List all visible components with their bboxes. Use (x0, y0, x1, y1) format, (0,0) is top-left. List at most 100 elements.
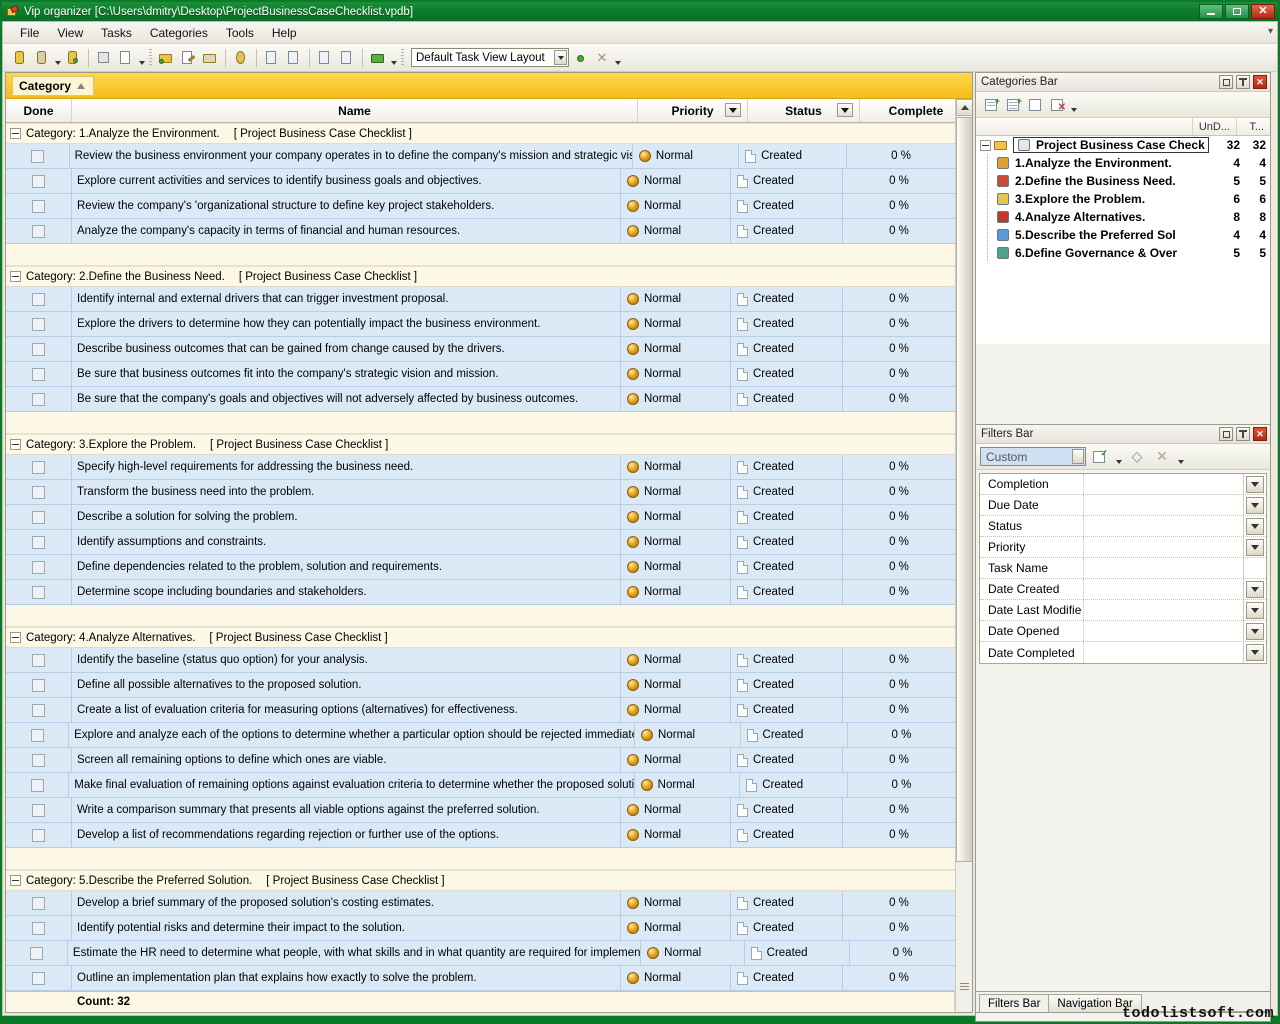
done-checkbox[interactable] (32, 225, 45, 238)
done-checkbox[interactable] (32, 343, 45, 356)
cell-done[interactable] (6, 387, 72, 411)
done-checkbox[interactable] (31, 150, 44, 163)
cell-priority[interactable]: Normal (641, 941, 745, 965)
cell-done[interactable] (6, 194, 72, 218)
filter-dropdown-cell[interactable] (1244, 474, 1266, 494)
tree-node[interactable]: 3.Explore the Problem.66 (976, 190, 1270, 208)
categories-bar-pin-icon[interactable] (1236, 75, 1250, 89)
filter-preset-dropdown-icon[interactable] (1072, 449, 1084, 464)
cell-complete[interactable]: 0 % (843, 169, 955, 193)
cell-name[interactable]: Estimate the HR need to determine what p… (68, 941, 641, 965)
cell-status[interactable]: Created (731, 362, 843, 386)
filter-dropdown-icon[interactable] (1246, 602, 1264, 619)
filter-value[interactable] (1084, 474, 1244, 494)
cell-complete[interactable]: 0 % (843, 555, 955, 579)
column-header-status[interactable]: Status (748, 99, 860, 122)
new-task-icon[interactable] (9, 47, 31, 69)
table-row[interactable]: Write a comparison summary that presents… (6, 798, 955, 823)
cell-priority[interactable]: Normal (621, 916, 731, 940)
filters-bar-pin-icon[interactable] (1236, 427, 1250, 441)
column-header-priority[interactable]: Priority (638, 99, 748, 122)
cell-priority[interactable]: Normal (621, 698, 731, 722)
table-row[interactable]: Be sure that the company's goals and obj… (6, 387, 955, 412)
move-down-icon[interactable] (314, 47, 336, 69)
cell-done[interactable] (6, 823, 72, 847)
cell-name[interactable]: Describe business outcomes that can be g… (72, 337, 621, 361)
new-subcategory-icon[interactable]: + (1003, 95, 1025, 115)
filter-value[interactable] (1084, 579, 1244, 599)
cell-priority[interactable]: Normal (621, 194, 731, 218)
filter-value[interactable] (1084, 537, 1244, 557)
filter-dropdown-icon[interactable] (1246, 644, 1264, 661)
cell-complete[interactable]: 0 % (847, 144, 955, 168)
cell-complete[interactable]: 0 % (843, 916, 955, 940)
cell-status[interactable]: Created (731, 966, 843, 990)
filter-dropdown-icon[interactable] (1246, 623, 1264, 640)
table-row[interactable]: Describe a solution for solving the prob… (6, 505, 955, 530)
done-checkbox[interactable] (32, 561, 45, 574)
cell-done[interactable] (6, 698, 72, 722)
cell-complete[interactable]: 0 % (843, 798, 955, 822)
table-row[interactable]: Explore the drivers to determine how the… (6, 312, 955, 337)
maximize-button[interactable] (1225, 4, 1249, 19)
cell-priority[interactable]: Normal (621, 823, 731, 847)
table-row[interactable]: Determine scope including boundaries and… (6, 580, 955, 605)
filter-dropdown-cell[interactable] (1244, 600, 1266, 620)
scroll-grip-icon[interactable] (956, 979, 973, 993)
apply-filter-icon[interactable]: ✓ (1089, 447, 1111, 467)
cell-name[interactable]: Create a list of evaluation criteria for… (72, 698, 621, 722)
cell-name[interactable]: Be sure that business outcomes fit into … (72, 362, 621, 386)
done-checkbox[interactable] (32, 293, 45, 306)
save-database-icon[interactable] (62, 47, 84, 69)
filter-row[interactable]: Priority (980, 537, 1266, 558)
open-task-dropdown-icon[interactable] (53, 47, 62, 69)
table-row[interactable]: Analyze the company's capacity in terms … (6, 219, 955, 244)
filter-row[interactable]: Task Name (980, 558, 1266, 579)
status-filter-icon[interactable] (837, 103, 853, 117)
cell-priority[interactable]: Normal (621, 362, 731, 386)
minimize-button[interactable] (1199, 4, 1223, 19)
cell-name[interactable]: Outline an implementation plan that expl… (72, 966, 621, 990)
filter-row[interactable]: Due Date (980, 495, 1266, 516)
cell-complete[interactable]: 0 % (843, 387, 955, 411)
group-chip-category[interactable]: Category (12, 76, 94, 96)
tree-node[interactable]: 4.Analyze Alternatives.88 (976, 208, 1270, 226)
done-checkbox[interactable] (32, 393, 45, 406)
tree-collapse-icon[interactable] (980, 140, 991, 151)
cell-name[interactable]: Review the business environment your com… (70, 144, 633, 168)
cell-status[interactable]: Created (731, 748, 843, 772)
clear-filter-icon[interactable]: ◇ (1126, 447, 1148, 467)
cell-complete[interactable]: 0 % (850, 941, 955, 965)
apply-filter-dropdown-icon[interactable] (1114, 446, 1123, 468)
cell-done[interactable] (6, 773, 69, 797)
menu-tools[interactable]: Tools (217, 24, 263, 42)
filter-dropdown-cell[interactable] (1244, 495, 1266, 515)
table-row[interactable]: Develop a list of recommendations regard… (6, 823, 955, 848)
cell-priority[interactable]: Normal (621, 673, 731, 697)
filter-value[interactable] (1084, 642, 1244, 663)
done-checkbox[interactable] (32, 511, 45, 524)
cell-priority[interactable]: Normal (621, 891, 731, 915)
table-row[interactable]: Define dependencies related to the probl… (6, 555, 955, 580)
cell-done[interactable] (6, 723, 69, 747)
cell-status[interactable]: Created (731, 798, 843, 822)
done-checkbox[interactable] (32, 922, 45, 935)
cell-name[interactable]: Develop a list of recommendations regard… (72, 823, 621, 847)
cell-priority[interactable]: Normal (621, 530, 731, 554)
cell-name[interactable]: Make final evaluation of remaining optio… (69, 773, 634, 797)
menu-categories[interactable]: Categories (141, 24, 217, 42)
cell-priority[interactable]: Normal (621, 798, 731, 822)
print-preview-icon[interactable] (115, 47, 137, 69)
layout-overflow-icon[interactable] (613, 47, 622, 69)
table-row[interactable]: Describe business outcomes that can be g… (6, 337, 955, 362)
cell-status[interactable]: Created (731, 455, 843, 479)
filter-row[interactable]: Date Last Modifie (980, 600, 1266, 621)
tree-node[interactable]: 5.Describe the Preferred Sol44 (976, 226, 1270, 244)
cell-priority[interactable]: Normal (621, 555, 731, 579)
filters-table[interactable]: CompletionDue DateStatusPriorityTask Nam… (979, 473, 1267, 664)
cell-complete[interactable]: 0 % (843, 673, 955, 697)
tab-filters-bar[interactable]: Filters Bar (979, 994, 1049, 1012)
filter-dropdown-icon[interactable] (1246, 497, 1264, 514)
cell-name[interactable]: Write a comparison summary that presents… (72, 798, 621, 822)
cell-priority[interactable]: Normal (621, 312, 731, 336)
